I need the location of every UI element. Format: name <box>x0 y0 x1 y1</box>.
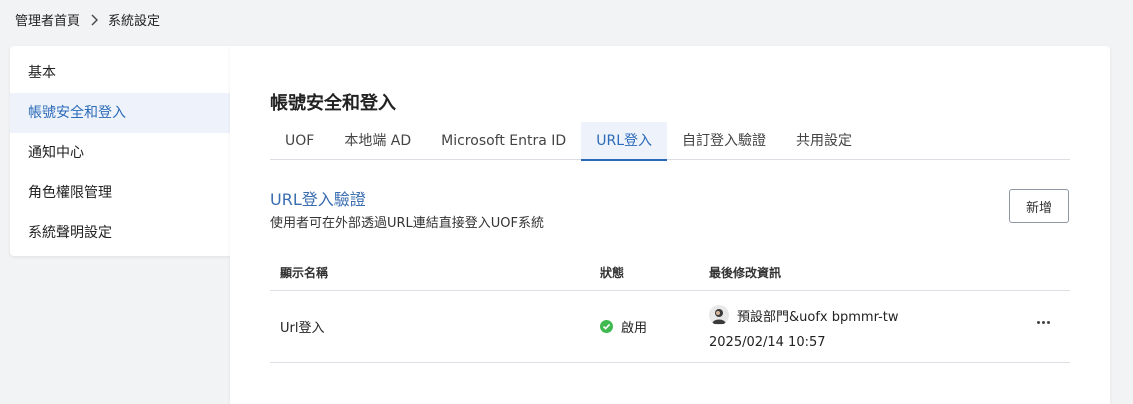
tab-uof[interactable]: UOF <box>270 122 329 160</box>
avatar <box>709 305 729 325</box>
sidebar-item-account-security[interactable]: 帳號安全和登入 <box>10 93 230 133</box>
header-last-modified: 最後修改資訊 <box>709 265 782 280</box>
tab-shared-settings[interactable]: 共用設定 <box>781 122 867 160</box>
tab-custom-login-auth[interactable]: 自訂登入驗證 <box>667 122 781 160</box>
table-header: 顯示名稱 狀態 最後修改資訊 <box>270 254 1070 291</box>
url-login-table: 顯示名稱 狀態 最後修改資訊 Url登入 啟用 預設部門&uofx bpmmr-… <box>270 254 1070 363</box>
breadcrumb-current: 系統設定 <box>108 14 161 29</box>
chevron-right-icon <box>90 14 99 26</box>
status-label: 啟用 <box>621 321 648 336</box>
breadcrumb: 管理者首頁 系統設定 <box>15 10 160 29</box>
sidebar-item-role-permissions[interactable]: 角色權限管理 <box>10 173 230 213</box>
breadcrumb-home-link[interactable]: 管理者首頁 <box>15 10 80 29</box>
row-status: 啟用 <box>600 317 647 336</box>
login-tabs: UOF 本地端 AD Microsoft Entra ID URL登入 自訂登入… <box>270 122 1070 161</box>
section-title: URL登入驗證 <box>270 190 366 209</box>
sidebar-item-basic[interactable]: 基本 <box>10 53 230 93</box>
tab-microsoft-entra-id[interactable]: Microsoft Entra ID <box>426 122 581 160</box>
sidebar-item-system-declaration[interactable]: 系統聲明設定 <box>10 213 230 253</box>
add-button[interactable]: 新增 <box>1009 189 1069 223</box>
tab-url-login[interactable]: URL登入 <box>581 122 667 161</box>
modified-at: 2025/02/14 10:57 <box>709 335 826 350</box>
settings-sidebar: 基本 帳號安全和登入 通知中心 角色權限管理 系統聲明設定 <box>10 46 230 256</box>
main-panel: 帳號安全和登入 UOF 本地端 AD Microsoft Entra ID UR… <box>230 46 1110 404</box>
section-description: 使用者可在外部透過URL連結直接登入UOF系統 <box>270 216 545 231</box>
tab-local-ad[interactable]: 本地端 AD <box>329 122 426 160</box>
check-circle-icon <box>600 320 613 333</box>
header-display-name: 顯示名稱 <box>280 265 329 280</box>
row-display-name: Url登入 <box>280 321 325 336</box>
page-title: 帳號安全和登入 <box>270 93 396 114</box>
header-status: 狀態 <box>600 265 625 280</box>
more-options-icon[interactable] <box>1033 317 1054 328</box>
sidebar-item-notification-center[interactable]: 通知中心 <box>10 133 230 173</box>
modified-by: 預設部門&uofx bpmmr-tw <box>737 309 899 325</box>
table-row[interactable]: Url登入 啟用 預設部門&uofx bpmmr-tw 2025/02/14 1… <box>270 291 1070 363</box>
row-modified-info: 預設部門&uofx bpmmr-tw 2025/02/14 10:57 <box>709 305 899 350</box>
